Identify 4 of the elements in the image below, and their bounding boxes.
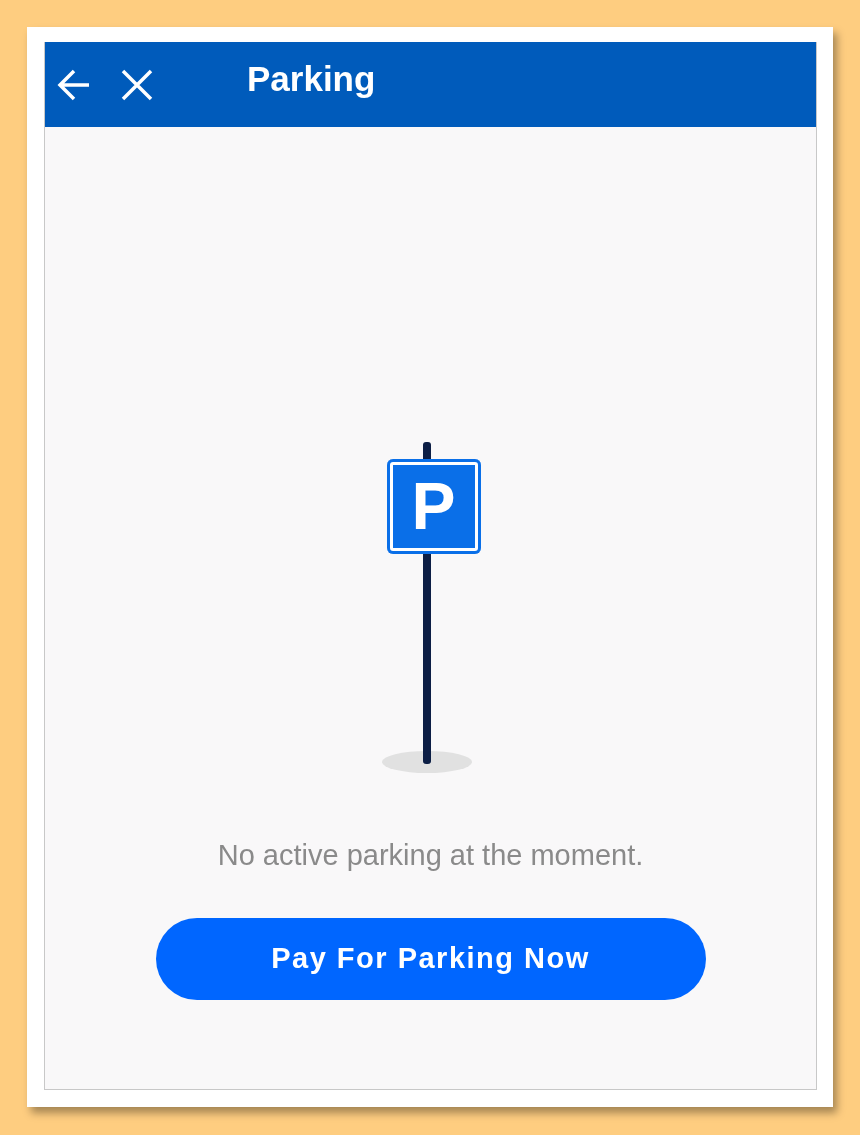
page-title: Parking xyxy=(247,58,376,101)
parking-sign: P xyxy=(386,459,481,554)
pay-button[interactable]: Pay For Parking Now xyxy=(155,917,706,1000)
empty-message: No active parking at the moment. xyxy=(216,838,645,873)
